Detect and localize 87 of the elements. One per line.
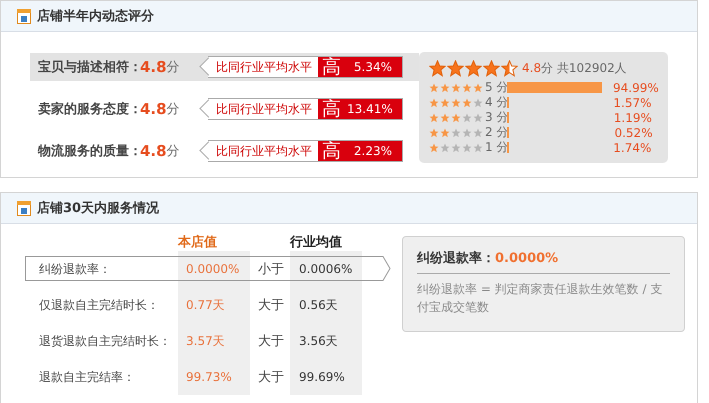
star-icon	[440, 142, 450, 152]
star-icon	[451, 112, 461, 122]
table-cell-text: 大于	[257, 333, 285, 351]
score-unit: 分	[166, 143, 180, 160]
table-cell: 0.77天	[178, 287, 250, 323]
star-level-label: 1 分	[485, 139, 507, 156]
column-header: 本店值	[178, 234, 218, 251]
star-icon	[462, 142, 472, 152]
star-icon	[473, 82, 483, 92]
table-cell: 3.57天	[178, 323, 250, 359]
table-cell-text: 纠纷退款率：	[38, 260, 112, 278]
difference-value: 5.34%	[354, 60, 392, 74]
star-icon	[462, 82, 472, 92]
table-cell: 0.0000%	[178, 251, 250, 287]
rating-row[interactable]: 宝贝与描述相符：4.8分 比同行业平均水平 高 5.34%	[30, 53, 419, 81]
star-icon	[462, 112, 472, 122]
star-icon	[451, 128, 461, 138]
detail-title: 纠纷退款率：0.0000%	[417, 249, 670, 274]
rating-percent: 1.57%	[613, 96, 652, 110]
verdict-text: 高	[321, 57, 342, 77]
rating-percent: 94.99%	[612, 80, 659, 94]
star-icon	[447, 60, 464, 77]
difference-value: 13.41%	[347, 102, 393, 116]
star-icon	[462, 98, 472, 108]
star-icon	[465, 60, 482, 77]
table-cell-text: 仅退款自主完结时长：	[38, 296, 160, 314]
star-icon	[473, 128, 483, 138]
star-level-label: 4 分	[485, 94, 507, 111]
star-icon	[451, 82, 461, 92]
comparison-label: 比同行业平均水平	[215, 58, 313, 76]
rating-total: 4.8分 共102902人	[522, 60, 627, 77]
star-icon	[473, 142, 483, 152]
detail-description: 纠纷退款率 = 判定商家责任退款生效笔数 / 支付宝成交笔数	[417, 281, 664, 316]
rating-label: 宝贝与描述相符：	[38, 58, 140, 76]
verdict-text: 高	[321, 99, 342, 119]
comparison-label: 比同行业平均水平	[215, 142, 313, 160]
verdict-text: 高	[321, 141, 342, 161]
star-icon	[440, 82, 450, 92]
star-icon	[440, 98, 450, 108]
star-level-label: 3 分	[485, 109, 507, 126]
star-icon	[429, 82, 439, 92]
column-header: 行业均值	[290, 234, 343, 251]
star-icon	[483, 60, 500, 77]
star-icon	[429, 112, 439, 122]
star-icon	[440, 128, 450, 138]
table-cell-text: 退款自主完结率：	[38, 368, 136, 386]
table-cell: 0.0006%	[290, 251, 362, 287]
notepad-icon	[17, 200, 31, 216]
score-unit: 分	[166, 101, 180, 118]
rating-score: 4.8	[140, 142, 167, 160]
star-icon	[440, 112, 450, 122]
rating-score: 4.8	[140, 58, 167, 76]
star-level-label: 5 分	[485, 79, 507, 96]
star-level-label: 2 分	[485, 124, 507, 141]
panel-title: 店铺30天内服务情况	[37, 200, 160, 217]
star-icon	[451, 142, 461, 152]
table-cell-text: 大于	[257, 297, 285, 315]
star-icon	[429, 128, 439, 138]
star-icon	[451, 98, 461, 108]
rating-percent: 1.74%	[613, 140, 652, 154]
rating-label: 物流服务的质量：	[38, 142, 140, 160]
rating-label: 卖家的服务态度：	[38, 100, 140, 118]
row-highlight[interactable]	[25, 256, 391, 282]
star-icon	[473, 112, 483, 122]
table-cell-text: 大于	[257, 369, 285, 387]
star-icon	[429, 60, 446, 77]
table-cell-text: 小于	[257, 261, 285, 279]
rating-row[interactable]: 卖家的服务态度：4.8分 比同行业平均水平 高 13.41%	[30, 95, 419, 123]
rating-row[interactable]: 物流服务的质量：4.8分 比同行业平均水平 高 2.23%	[30, 137, 419, 165]
comparison-label: 比同行业平均水平	[215, 100, 313, 118]
table-cell: 0.56天	[290, 287, 362, 323]
difference-value: 2.23%	[354, 144, 392, 158]
table-cell: 3.56天	[290, 323, 362, 359]
star-icon	[462, 128, 472, 138]
star-icon	[473, 98, 483, 108]
table-cell: 99.69%	[290, 359, 362, 395]
rating-percent: 0.52%	[614, 126, 653, 140]
table-cell-text: 退货退款自主完结时长：	[38, 332, 172, 350]
table-cell: 99.73%	[178, 359, 250, 395]
notepad-icon	[17, 8, 31, 24]
rating-percent: 1.19%	[614, 110, 652, 124]
score-unit: 分	[166, 59, 180, 76]
star-icon	[429, 98, 439, 108]
star-icon	[501, 60, 518, 77]
panel-title: 店铺半年内动态评分	[37, 8, 154, 25]
star-icon	[429, 142, 439, 152]
rating-score: 4.8	[140, 100, 167, 118]
